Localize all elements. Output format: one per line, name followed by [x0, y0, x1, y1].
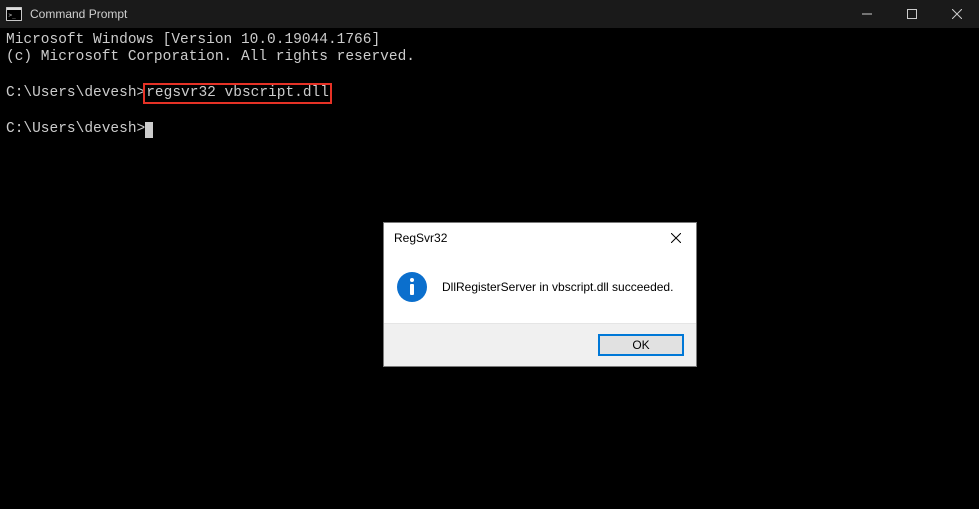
- svg-text:>_: >_: [9, 12, 17, 19]
- console-line: Microsoft Windows [Version 10.0.19044.17…: [6, 32, 973, 49]
- dialog-footer: OK: [384, 323, 696, 366]
- dialog-message: DllRegisterServer in vbscript.dll succee…: [442, 280, 673, 294]
- regsvr32-dialog: RegSvr32 DllRegisterServer in vbscript.d…: [383, 222, 697, 367]
- cmd-icon: >_: [6, 7, 22, 21]
- highlighted-command: regsvr32 vbscript.dll: [143, 83, 332, 104]
- console-output[interactable]: Microsoft Windows [Version 10.0.19044.17…: [0, 28, 979, 142]
- dialog-titlebar[interactable]: RegSvr32: [384, 223, 696, 253]
- dialog-close-button[interactable]: [656, 223, 696, 253]
- console-line: [6, 104, 973, 121]
- prompt: C:\Users\devesh>: [6, 121, 145, 137]
- close-button[interactable]: [934, 0, 979, 28]
- console-line: C:\Users\devesh>regsvr32 vbscript.dll: [6, 83, 973, 104]
- maximize-button[interactable]: [889, 0, 934, 28]
- minimize-button[interactable]: [844, 0, 889, 28]
- console-line: [6, 66, 973, 83]
- window-title: Command Prompt: [30, 7, 844, 21]
- console-line: (c) Microsoft Corporation. All rights re…: [6, 49, 973, 66]
- cursor-icon: [145, 122, 153, 138]
- prompt: C:\Users\devesh>: [6, 85, 145, 101]
- dialog-body: DllRegisterServer in vbscript.dll succee…: [384, 253, 696, 323]
- window-controls: [844, 0, 979, 28]
- console-line: C:\Users\devesh>: [6, 121, 973, 138]
- ok-button[interactable]: OK: [598, 334, 684, 356]
- info-icon: [396, 271, 428, 303]
- window-titlebar: >_ Command Prompt: [0, 0, 979, 28]
- dialog-title: RegSvr32: [394, 231, 656, 245]
